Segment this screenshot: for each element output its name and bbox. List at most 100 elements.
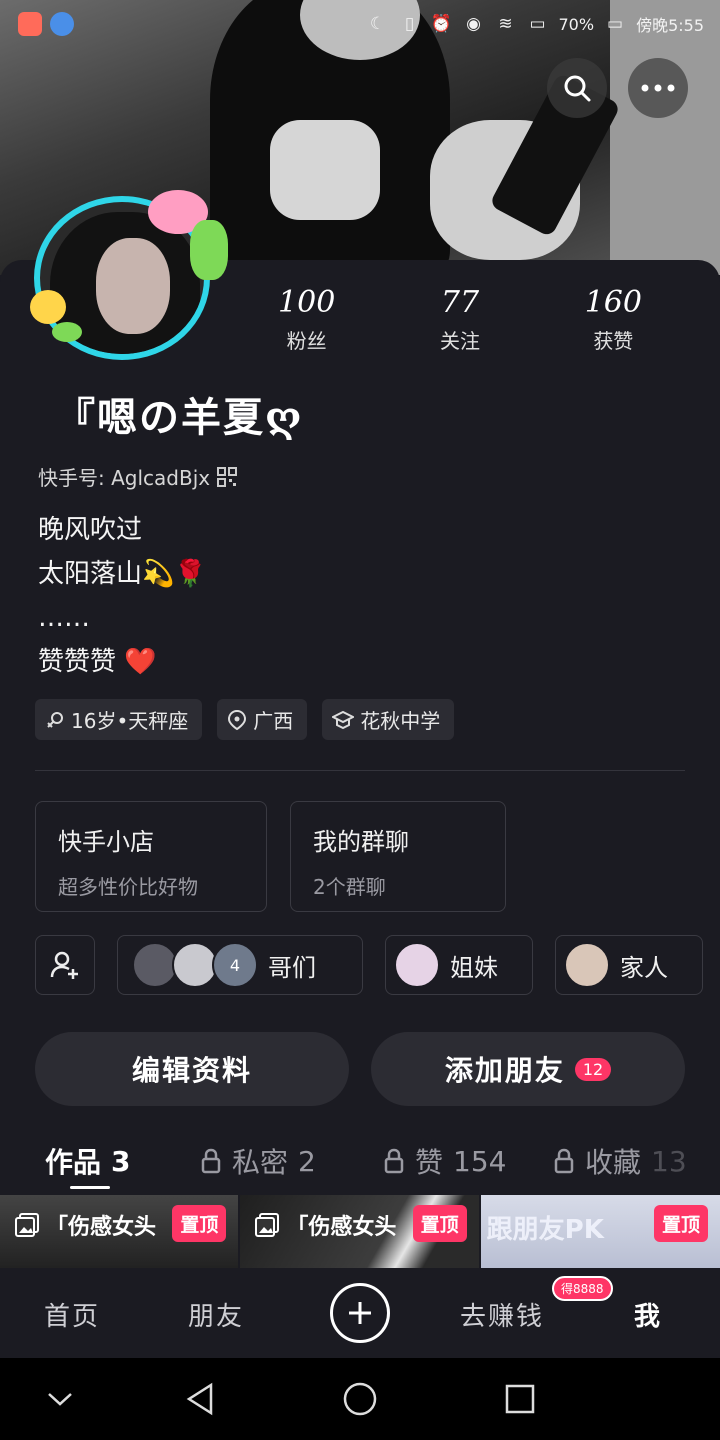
button-label: 添加朋友 <box>444 1054 565 1087</box>
member-avatar <box>564 942 610 988</box>
feature-cards: 快手小店 超多性价比好物 我的群聊 2个群聊 <box>35 801 506 912</box>
edit-profile-button[interactable]: 编辑资料 <box>35 1032 349 1106</box>
recents-button[interactable] <box>499 1378 541 1420</box>
stat-label: 关注 <box>439 329 480 353</box>
kuaishou-id-text: 快手号: AglcadBjx <box>38 466 211 490</box>
stat-label: 粉丝 <box>286 329 327 353</box>
stat-value: 160 <box>584 285 642 320</box>
button-label: 编辑资料 <box>131 1054 252 1087</box>
group-name: 家人 <box>620 953 668 982</box>
tag-location[interactable]: 广西 <box>217 699 308 740</box>
add-friend-button[interactable]: 添加朋友 12 <box>371 1032 685 1106</box>
tab-label: 私密 <box>232 1146 289 1179</box>
work-title: 「伤感女头 <box>254 1209 396 1241</box>
kuaishou-id[interactable]: 快手号: AglcadBjx <box>38 462 238 491</box>
battery-percent: 70% <box>558 14 595 34</box>
add-person-icon <box>50 951 78 979</box>
tag-label: 花秋中学 <box>360 709 441 733</box>
card-title: 我的群聊 <box>313 828 409 856</box>
tab-likes[interactable]: 赞 154 <box>383 1141 506 1181</box>
works-grid: 「伤感女头 置顶 「伤感女头 置顶 跟朋友PK 置顶 <box>0 1195 720 1268</box>
avatar[interactable] <box>30 190 228 360</box>
system-navigation-bar <box>0 1358 720 1440</box>
more-button[interactable] <box>628 58 688 118</box>
tab-count: 2 <box>298 1144 316 1178</box>
avatar-frame-leaf-small <box>52 322 82 342</box>
female-icon <box>47 711 63 728</box>
friend-groups: 4 哥们 姐妹 家人 <box>35 935 703 995</box>
tag-school[interactable]: 花秋中学 <box>322 699 455 740</box>
group-buddies[interactable]: 4 哥们 <box>117 935 363 995</box>
gallery-icon <box>15 1213 39 1237</box>
active-tab-indicator <box>70 1186 110 1189</box>
bio: 晚风吹过 太阳落山💫🌹 …… 赞赞赞 ❤️ <box>38 508 207 684</box>
more-icon <box>641 84 675 92</box>
member-count-avatar: 4 <box>212 942 258 988</box>
pinned-badge: 置顶 <box>172 1205 227 1242</box>
member-avatar <box>394 942 440 988</box>
create-button[interactable] <box>330 1283 390 1343</box>
tab-count: 154 <box>453 1144 507 1178</box>
eye-icon: ◉ <box>466 14 481 34</box>
tag-age-zodiac[interactable]: 16岁•天秤座 <box>35 699 203 740</box>
back-triangle-icon <box>186 1382 213 1416</box>
clock: 傍晚5:55 <box>636 16 704 35</box>
lock-icon <box>201 1148 221 1174</box>
work-title-text: 跟朋友PK <box>486 1215 604 1245</box>
stat-followers[interactable]: 100 粉丝 <box>230 285 383 354</box>
search-button[interactable] <box>547 58 607 118</box>
recents-square-icon <box>505 1384 535 1414</box>
work-thumbnail[interactable]: 跟朋友PK 置顶 <box>480 1195 720 1268</box>
lock-icon <box>384 1148 404 1174</box>
bio-line: 晚风吹过 <box>38 515 143 545</box>
bio-line: 太阳落山💫🌹 <box>38 559 207 589</box>
cover-shirt-shape <box>270 120 380 220</box>
work-title-text: 「伤感女头 <box>286 1215 397 1240</box>
home-button[interactable] <box>339 1378 381 1420</box>
tab-label: 赞 <box>415 1146 444 1179</box>
vibrate-icon: ▯ <box>404 14 415 34</box>
tab-label: 收藏 <box>585 1146 642 1179</box>
plus-icon <box>349 1302 371 1324</box>
stat-value: 77 <box>440 285 480 320</box>
tab-count: 3 <box>111 1144 131 1178</box>
bio-line: …… <box>38 603 90 633</box>
lock-icon <box>554 1148 574 1174</box>
alarm-icon: ⏰ <box>430 14 453 34</box>
stat-likes[interactable]: 160 获赞 <box>537 285 690 354</box>
pinned-badge: 置顶 <box>412 1205 467 1242</box>
bio-line: 赞赞赞 ❤️ <box>38 647 157 677</box>
profile-tags: 16岁•天秤座 广西 花秋中学 <box>35 699 455 740</box>
back-button[interactable] <box>179 1378 221 1420</box>
work-title-text: 「伤感女头 <box>46 1215 157 1240</box>
nav-friends[interactable]: 朋友 <box>188 1296 244 1333</box>
nav-me[interactable]: 我 <box>634 1296 662 1333</box>
group-chats-card[interactable]: 我的群聊 2个群聊 <box>290 801 506 912</box>
tab-label: 作品 <box>45 1146 102 1179</box>
wifi-icon: ≋ <box>498 14 513 34</box>
work-thumbnail[interactable]: 「伤感女头 置顶 <box>0 1195 239 1268</box>
collapse-button[interactable] <box>39 1378 81 1420</box>
qr-code-icon <box>217 466 238 487</box>
nav-home[interactable]: 首页 <box>44 1296 100 1333</box>
pinned-badge: 置顶 <box>653 1205 708 1242</box>
group-name: 哥们 <box>268 953 316 982</box>
nav-earn[interactable]: 去赚钱 <box>460 1296 544 1333</box>
work-title: 跟朋友PK <box>487 1209 604 1246</box>
tab-favorites[interactable]: 收藏 13 <box>553 1141 687 1181</box>
stat-following[interactable]: 77 关注 <box>383 285 536 354</box>
card-subtitle: 2个群聊 <box>313 875 386 899</box>
tab-works[interactable]: 作品 3 <box>45 1141 131 1181</box>
kuaishou-shop-card[interactable]: 快手小店 超多性价比好物 <box>35 801 267 912</box>
sim-icon: ▭ <box>529 14 546 34</box>
add-contact-button[interactable] <box>35 935 95 995</box>
earn-badge: 得8888 <box>552 1276 613 1301</box>
profile-actions: 编辑资料 添加朋友 12 <box>35 1032 685 1106</box>
group-sisters[interactable]: 姐妹 <box>385 935 533 995</box>
avatar-frame-flower <box>30 290 66 324</box>
app-notification-icon <box>18 12 42 36</box>
group-family[interactable]: 家人 <box>555 935 703 995</box>
group-name: 姐妹 <box>450 953 498 982</box>
tab-private[interactable]: 私密 2 <box>200 1141 316 1181</box>
work-thumbnail[interactable]: 「伤感女头 置顶 <box>240 1195 479 1268</box>
